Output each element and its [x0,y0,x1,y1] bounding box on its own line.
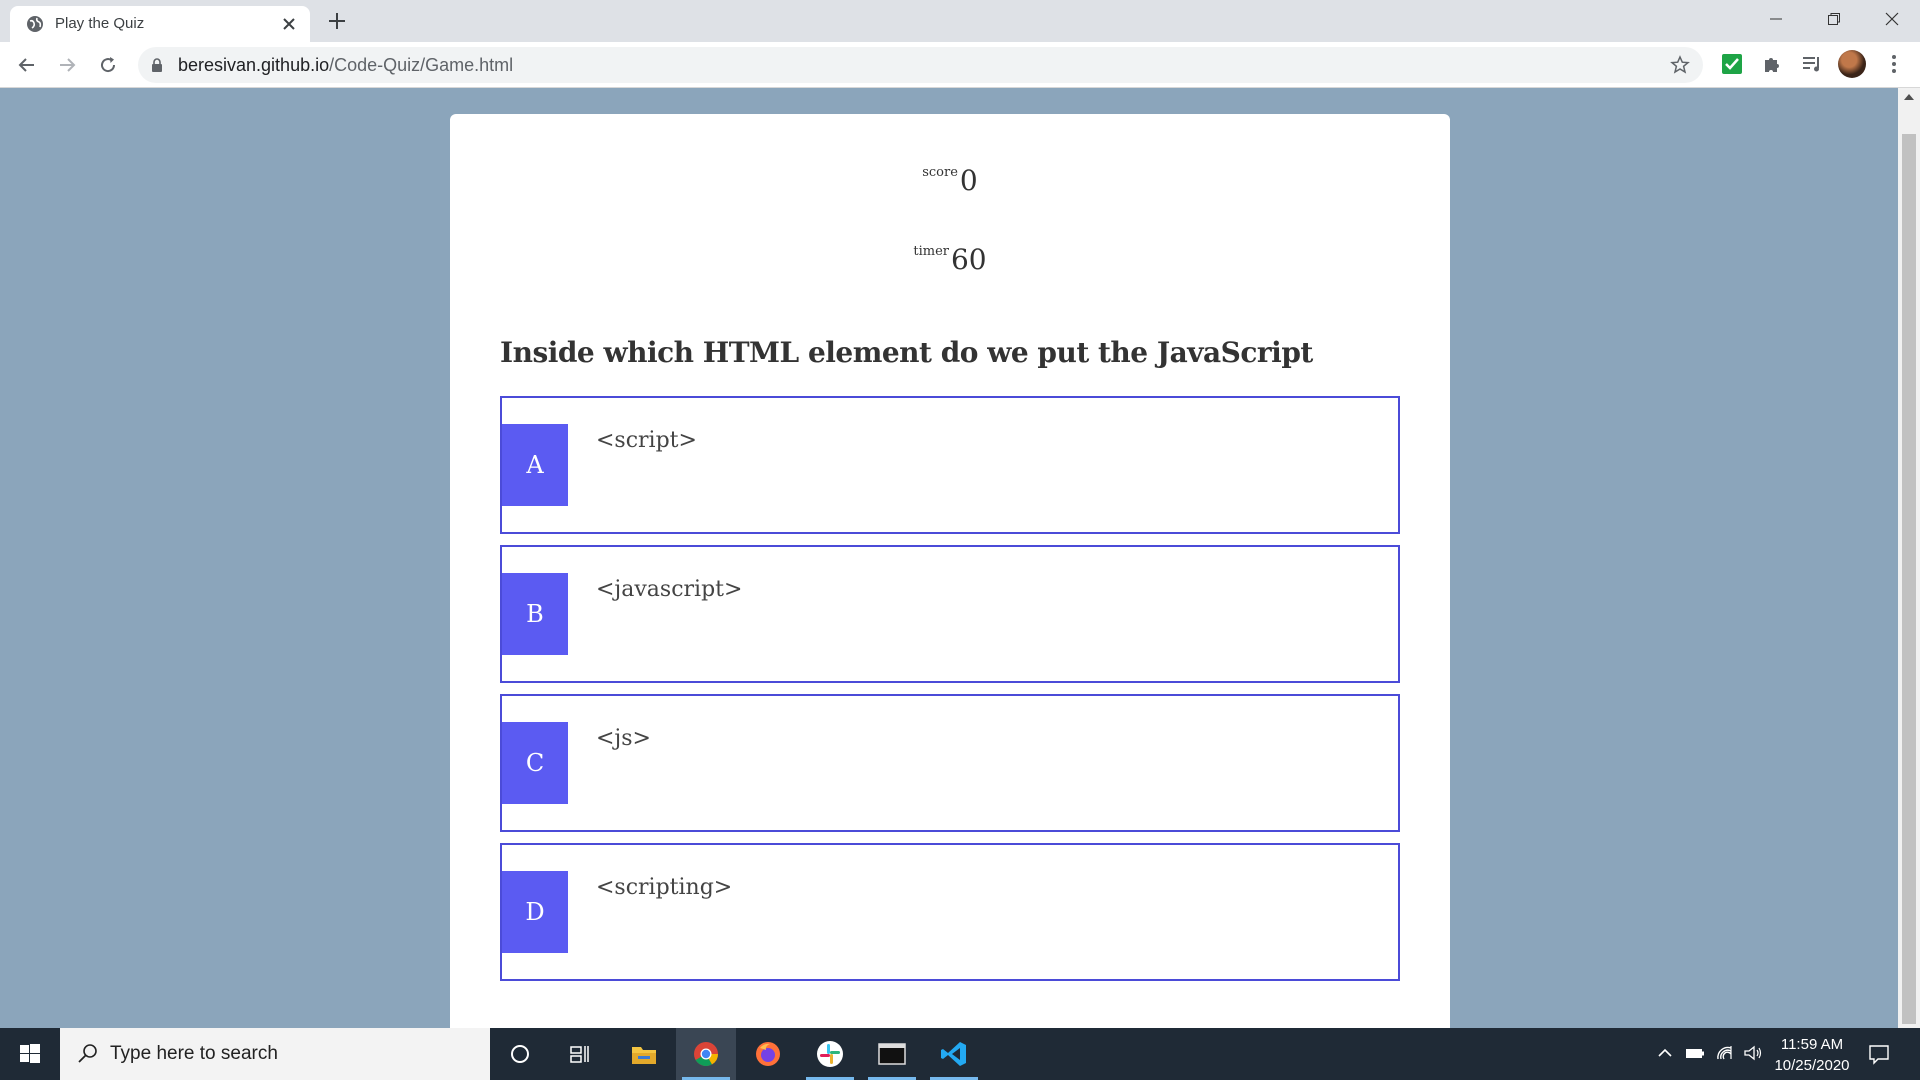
forward-arrow-icon[interactable] [56,54,78,76]
chrome-taskbar-button[interactable] [676,1028,736,1080]
cortana-circle-icon [511,1045,529,1063]
puzzle-extensions-icon[interactable] [1760,52,1784,76]
task-view-icon [570,1046,589,1063]
reload-icon[interactable] [97,54,119,76]
quiz-card: score0 timer60 Inside which HTML element… [450,114,1450,1028]
search-icon [78,1044,97,1063]
browser-toolbar: beresivan.github.io/Code-Quiz/Game.html [0,42,1920,88]
choice-prefix: B [502,573,568,655]
slack-icon [817,1041,843,1067]
timer-value: 60 [950,243,987,276]
choice-prefix: A [502,424,568,506]
choice-prefix: C [502,722,568,804]
bookmark-star-icon[interactable] [1670,55,1690,75]
taskbar-search[interactable]: Type here to search [60,1028,490,1080]
slack-taskbar-button[interactable] [800,1028,860,1080]
restore-icon [1828,13,1840,25]
system-clock[interactable]: 11:59 AM 10/25/2020 [1762,1034,1862,1076]
back-arrow-icon[interactable] [16,54,38,76]
score-value: 0 [959,164,978,197]
media-queue-icon[interactable] [1800,52,1824,76]
terminal-taskbar-button[interactable] [862,1028,922,1080]
menu-dots-icon[interactable] [1882,52,1906,76]
close-tab-icon[interactable] [280,15,298,33]
url-text: beresivan.github.io/Code-Quiz/Game.html [178,47,513,83]
windows-taskbar: Type here to search 11:59 AM 10/25/2020 [0,1028,1920,1080]
tab-title: Play the Quiz [55,15,145,32]
profile-avatar[interactable] [1838,50,1866,78]
choice-a[interactable]: A <script> [500,396,1400,534]
battery-icon[interactable] [1684,1042,1706,1064]
choice-text: <javascript> [596,577,743,602]
choice-b[interactable]: B <javascript> [500,545,1400,683]
wifi-icon[interactable] [1714,1042,1736,1064]
tab-strip: Play the Quiz [0,0,1920,42]
firefox-taskbar-button[interactable] [738,1028,798,1080]
url-host: beresivan.github.io [178,55,330,75]
globe-icon [27,16,43,32]
browser-tab[interactable]: Play the Quiz [10,6,310,42]
chevron-up-icon[interactable] [1654,1042,1676,1064]
scroll-up-arrow-icon[interactable] [1904,94,1914,100]
page-content: score0 timer60 Inside which HTML element… [0,88,1898,1028]
minimize-icon [1770,18,1782,20]
folder-icon [632,1047,656,1064]
choice-text: <js> [596,726,651,751]
notifications-icon[interactable] [1868,1043,1890,1065]
url-path: /Code-Quiz/Game.html [329,55,514,75]
volume-icon[interactable] [1742,1042,1764,1064]
address-bar[interactable]: beresivan.github.io/Code-Quiz/Game.html [138,47,1703,83]
firefox-icon [756,1042,780,1066]
start-button[interactable] [0,1028,60,1080]
choice-text: <script> [596,428,697,453]
choice-c[interactable]: C <js> [500,694,1400,832]
score-label: score [922,165,958,180]
vscode-taskbar-button[interactable] [924,1028,984,1080]
file-explorer-button[interactable] [614,1028,674,1080]
search-placeholder: Type here to search [110,1043,278,1064]
cortana-button[interactable] [490,1028,550,1080]
choice-d[interactable]: D <scripting> [500,843,1400,981]
clock-date: 10/25/2020 [1774,1057,1850,1074]
vertical-scrollbar[interactable] [1898,88,1920,1028]
lock-icon [152,58,162,72]
clock-time: 11:59 AM [1780,1036,1844,1053]
timer-display: timer60 [450,243,1450,276]
close-window-button[interactable] [1864,0,1920,38]
vscode-icon [941,1042,966,1066]
checkmark-extension-icon[interactable] [1720,52,1744,76]
chrome-icon [694,1042,718,1067]
new-tab-icon[interactable] [326,10,348,32]
choice-prefix: D [502,871,568,953]
close-icon [1885,12,1899,26]
minimize-button[interactable] [1748,0,1804,38]
choice-text: <scripting> [596,875,733,900]
score-display: score0 [450,164,1450,197]
question-text: Inside which HTML element do we put the … [500,336,1313,369]
restore-button[interactable] [1806,0,1862,38]
scroll-thumb[interactable] [1902,134,1916,1024]
task-view-button[interactable] [550,1028,610,1080]
windows-logo-icon [20,1044,40,1063]
terminal-icon [878,1043,906,1065]
timer-label: timer [913,244,949,259]
